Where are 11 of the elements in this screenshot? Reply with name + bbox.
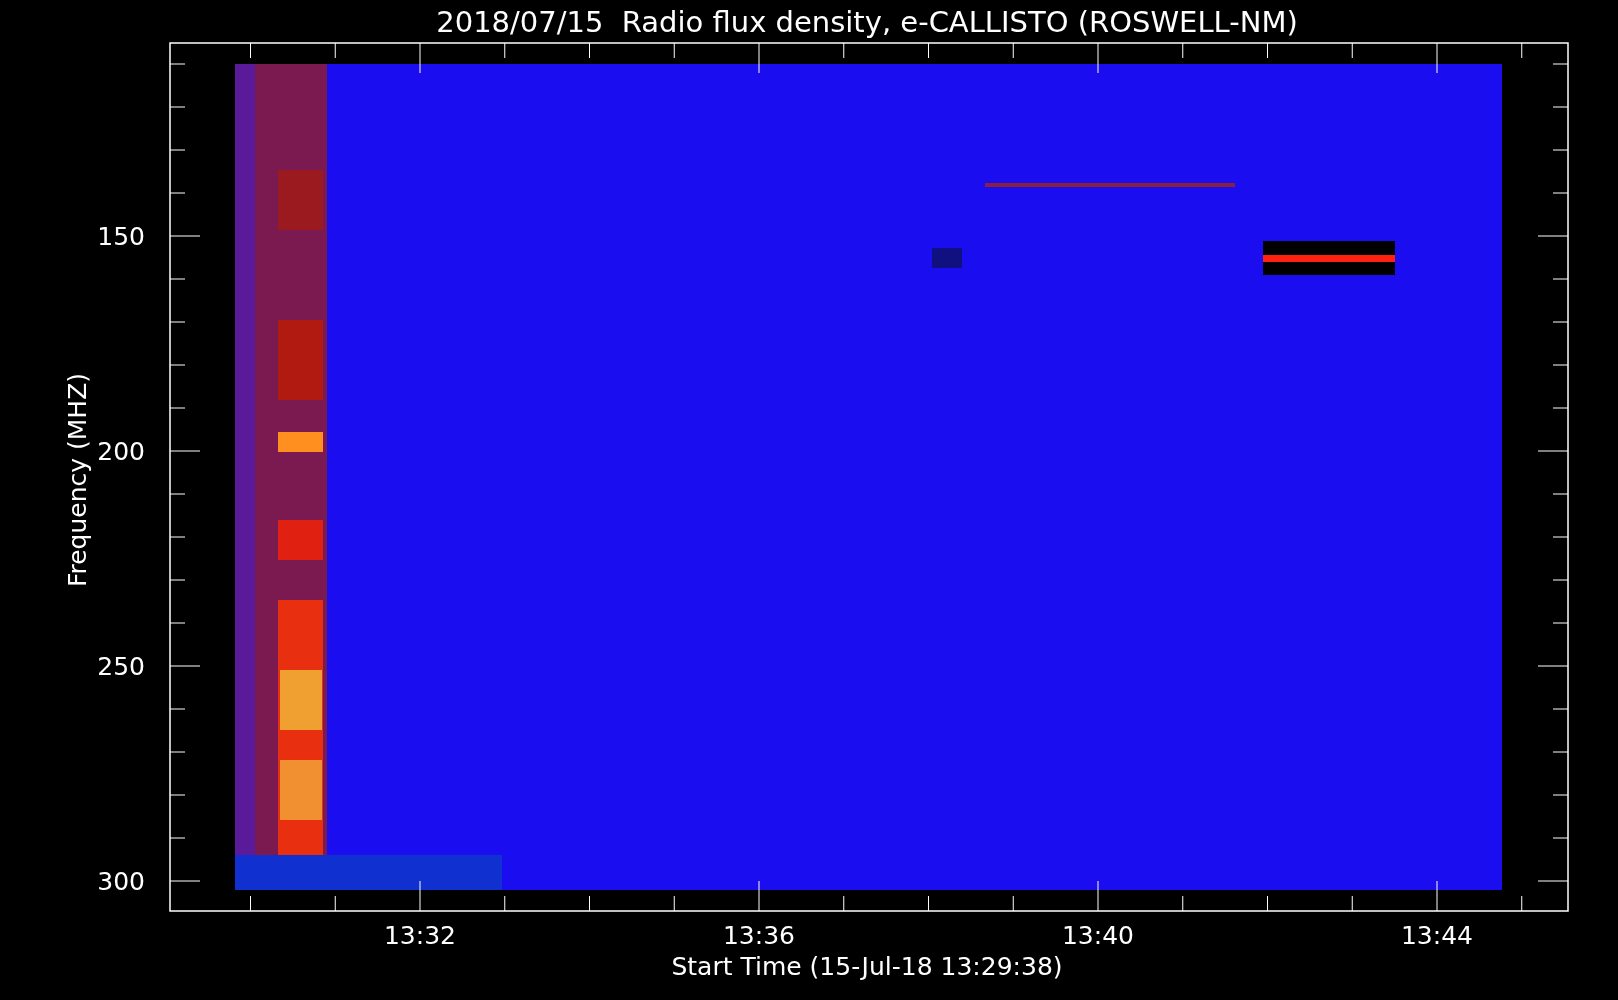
x-tick-label: 13:40 bbox=[1062, 921, 1134, 950]
x-tick-label: 13:44 bbox=[1401, 921, 1473, 950]
y-tick-label: 300 bbox=[97, 867, 145, 896]
y-axis-label: Frequency (MHZ) bbox=[63, 372, 92, 588]
y-tick-label: 250 bbox=[97, 652, 145, 681]
plot-title: 2018/07/15 Radio flux density, e-CALLISTO (ROSWELL-NM) bbox=[436, 5, 1298, 39]
x-axis-label: Start Time (15-Jul-18 13:29:38) bbox=[671, 952, 1063, 981]
y-tick-label: 150 bbox=[97, 222, 145, 251]
y-tick-label: 200 bbox=[97, 437, 145, 466]
x-tick-label: 13:36 bbox=[723, 921, 795, 950]
x-tick-label: 13:32 bbox=[384, 921, 456, 950]
